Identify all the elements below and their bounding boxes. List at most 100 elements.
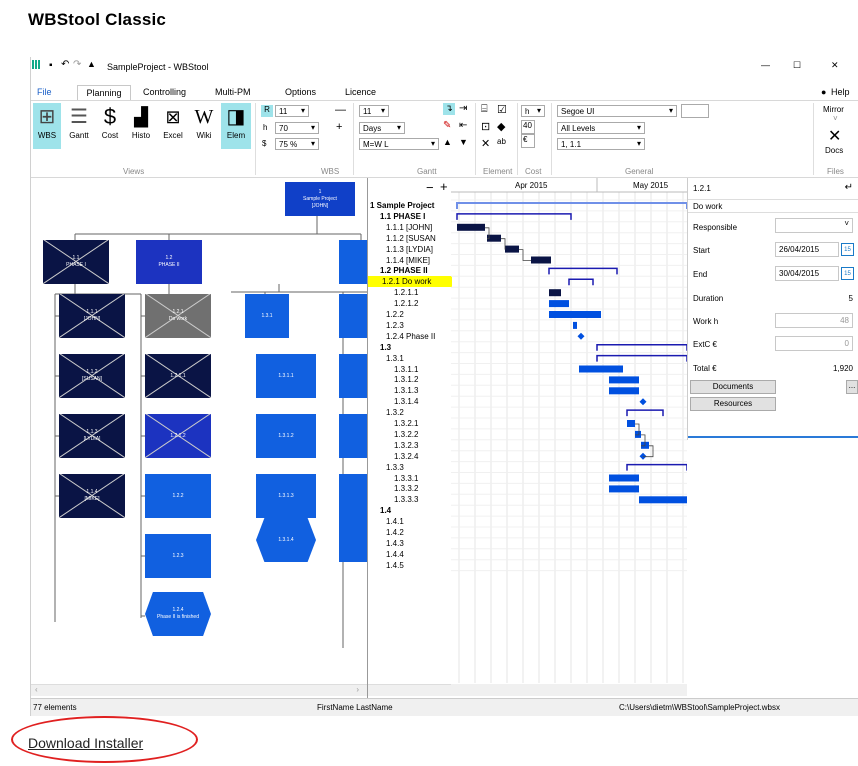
gantt-tree-row[interactable]: 1.3.2.1 (368, 418, 452, 429)
gantt-tree-row[interactable]: 1 Sample Project (368, 200, 452, 211)
wbs-node-1-2-4[interactable]: 1.2.4 Phase II is finished (145, 592, 211, 636)
gantt-tree-row[interactable]: 1.2.1 Do work (368, 276, 452, 288)
level-select[interactable]: All Levels (557, 122, 645, 134)
text-format-icon[interactable]: ab (497, 137, 506, 146)
cost-value-field[interactable]: 40 (521, 120, 535, 134)
move-up-icon[interactable]: ▲ (443, 137, 452, 147)
wbs-node-1-1-4[interactable]: 1.1.4 [MIKE] (59, 474, 125, 518)
font-size-field[interactable] (681, 104, 709, 118)
menu-options[interactable]: Options (285, 87, 316, 97)
view-gantt-button[interactable]: ☰ Gantt (65, 103, 93, 149)
wbs-node-1-1-1[interactable]: 1.1.1 [JOHN] (59, 294, 125, 338)
milestone-icon[interactable]: ◆ (497, 120, 505, 133)
element-name[interactable]: Do work (693, 202, 722, 211)
wbs-node-1-2-2[interactable]: 1.2.2 (145, 474, 211, 518)
numbering-select[interactable]: 1, 1.1 (557, 138, 645, 150)
gantt-tree-row[interactable]: 1.4.3 (368, 538, 452, 549)
gantt-tree-row[interactable]: 1.2.3 (368, 320, 452, 331)
wbs-node-1-3-2-4[interactable] (339, 518, 367, 562)
gantt-tree-row[interactable]: 1.2 PHASE II (368, 265, 452, 276)
resources-button[interactable]: Resources (690, 397, 776, 411)
delete-icon[interactable]: ✕ (481, 137, 490, 150)
gantt-tree-row[interactable]: 1.3.2.4 (368, 451, 452, 462)
view-elem-button[interactable]: ◨ Elem (221, 103, 251, 149)
more-button[interactable]: ... (846, 380, 858, 394)
gantt-tree-row[interactable]: 1.3.1.3 (368, 385, 452, 396)
gantt-unit-select[interactable]: Days (359, 122, 405, 134)
cost-currency-field[interactable]: € (521, 134, 535, 148)
view-wbs-button[interactable]: ⊞ WBS (33, 103, 61, 149)
unlink-icon[interactable]: ✎ (443, 120, 451, 131)
view-excel-button[interactable]: ⊠ Excel (159, 103, 187, 149)
wbs-node-1-1[interactable]: 1.1 PHASE I (43, 240, 109, 284)
end-date-field[interactable]: 30/04/2015 (775, 266, 839, 281)
quick-access-menu-icon[interactable]: ▲ (87, 59, 96, 69)
wbs-zoom-select[interactable]: 75 % (275, 138, 319, 150)
menu-controlling[interactable]: Controlling (143, 87, 186, 97)
wbs-node-1-3-1-4[interactable]: 1.3.1.4 (256, 518, 316, 562)
gantt-tree-scrollbar[interactable] (368, 684, 452, 696)
work-field[interactable]: 48 (775, 313, 853, 328)
gantt-scale-select[interactable]: M=W L (359, 138, 439, 150)
menu-licence[interactable]: Licence (345, 87, 376, 97)
gantt-tree-row[interactable]: 1.2.1.1 (368, 287, 452, 298)
redo-icon[interactable]: ↷ (73, 59, 81, 70)
wbs-node-1-3[interactable] (339, 240, 367, 284)
docs-label[interactable]: Docs (825, 146, 843, 155)
wbs-node-1-2-1-2[interactable]: 1.2.1.2 (145, 414, 211, 458)
gantt-tree-row[interactable]: 1.3.2 (368, 407, 452, 418)
cost-unit-select[interactable]: h (521, 105, 545, 117)
wbs-node-1-3-2[interactable] (339, 294, 367, 338)
gantt-tree-row[interactable]: 1.3 (368, 342, 452, 353)
gantt-tree-row[interactable]: 1.3.2.3 (368, 440, 452, 451)
gantt-tree-row[interactable]: 1.2.2 (368, 309, 452, 320)
wbs-node-1-3-2-2[interactable] (339, 414, 367, 458)
new-element-icon[interactable]: ⌸ (481, 103, 488, 116)
minus-icon[interactable]: — (335, 104, 346, 116)
scroll-right-icon[interactable]: › (356, 685, 359, 694)
outdent-icon[interactable]: ⇤ (459, 120, 467, 131)
gantt-tree-row[interactable]: 1.1.1 [JOHN] (368, 222, 452, 233)
wbs-node-1-1-2[interactable]: 1.1.2 [SUSAN] (59, 354, 125, 398)
mirror-label[interactable]: Mirror (823, 105, 844, 114)
gantt-tree-row[interactable]: 1.3.3.2 (368, 483, 452, 494)
gantt-tree-row[interactable]: 1.3.1.2 (368, 374, 452, 385)
close-button[interactable]: ✕ (831, 60, 839, 71)
gantt-tree-row[interactable]: 1.1.4 [MIKE] (368, 255, 452, 266)
link-tasks-icon[interactable]: ↴ (443, 103, 455, 115)
view-histo-button[interactable]: ▟ Histo (127, 103, 155, 149)
plus-icon[interactable]: + (336, 121, 342, 133)
start-date-field[interactable]: 26/04/2015 (775, 242, 839, 257)
gantt-tree-row[interactable]: 1.2.4 Phase II (368, 331, 452, 342)
wbs-node-1-3-1[interactable]: 1.3.1 (245, 294, 289, 338)
help-label[interactable]: Help (831, 87, 850, 97)
font-select[interactable]: Segoe UI (557, 105, 677, 117)
end-calendar-icon[interactable]: 15 (841, 267, 854, 280)
wbs-node-1-2[interactable]: 1.2 PHASE II (136, 240, 202, 284)
gantt-tree-row[interactable]: 1.2.1.2 (368, 298, 452, 309)
wbs-horizontal-scrollbar[interactable]: ‹ › (31, 684, 367, 696)
wbs-r-select[interactable]: 11 (275, 105, 309, 117)
wbs-node-1-3-2-3[interactable] (339, 474, 367, 518)
wbs-node-1-3-1-1[interactable]: 1.3.1.1 (256, 354, 316, 398)
wbs-node-1-2-1[interactable]: 1.2.1 Do work (145, 294, 211, 338)
indent-icon[interactable]: ⇥ (459, 103, 467, 114)
gantt-tree-row[interactable]: 1.4 (368, 505, 452, 516)
enter-icon[interactable]: ↵ (845, 182, 853, 193)
wbs-h-select[interactable]: 70 (275, 122, 319, 134)
gantt-tree-row[interactable]: 1.3.3.3 (368, 494, 452, 505)
gantt-tree-row[interactable]: 1.3.1 (368, 353, 452, 364)
help-icon[interactable]: ● (821, 87, 826, 97)
wbs-node-1-2-3[interactable]: 1.2.3 (145, 534, 211, 578)
gantt-tree-row[interactable]: 1.1 PHASE I (368, 211, 452, 222)
undo-icon[interactable]: ↶ (61, 59, 69, 70)
gantt-tree-row[interactable]: 1.3.1.4 (368, 396, 452, 407)
gantt-tree-row[interactable]: 1.1.2 [SUSAN (368, 233, 452, 244)
menu-planning[interactable]: Planning (77, 85, 131, 100)
gantt-tree-row[interactable]: 1.4.4 (368, 549, 452, 560)
structure-icon[interactable]: ⊡ (481, 120, 490, 133)
gantt-tree-row[interactable]: 1.3.3.1 (368, 473, 452, 484)
gantt-tree-row[interactable]: 1.1.3 [LYDIA] (368, 244, 452, 255)
gantt-tree-row[interactable]: 1.4.5 (368, 560, 452, 571)
mirror-dropdown-icon[interactable]: ˅ (833, 114, 838, 123)
